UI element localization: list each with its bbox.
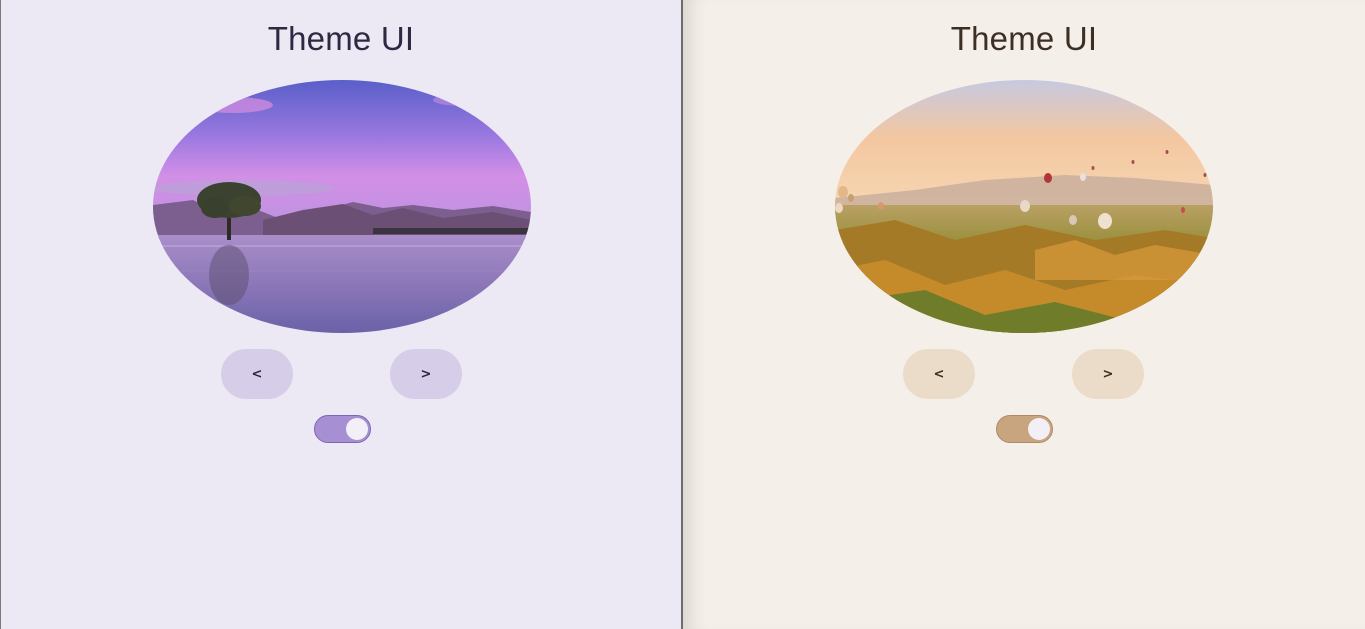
page-title: Theme UI — [267, 20, 415, 57]
next-button[interactable]: > — [1072, 349, 1144, 399]
purple-theme-panel: Theme UI < > — [0, 0, 681, 629]
toggle-knob — [346, 418, 368, 440]
toggle-knob — [1028, 418, 1050, 440]
theme-toggle[interactable] — [314, 415, 371, 443]
lake-tree-image — [153, 80, 531, 333]
previous-button[interactable]: < — [903, 349, 975, 399]
previous-button[interactable]: < — [221, 349, 293, 399]
sand-theme-panel: Theme UI < > — [683, 0, 1365, 629]
page-title: Theme UI — [950, 20, 1098, 57]
theme-toggle[interactable] — [996, 415, 1053, 443]
hot-air-balloons-image — [835, 80, 1213, 333]
next-button[interactable]: > — [390, 349, 462, 399]
theme-comparison: Theme UI < > Theme UI < > — [0, 0, 1365, 629]
